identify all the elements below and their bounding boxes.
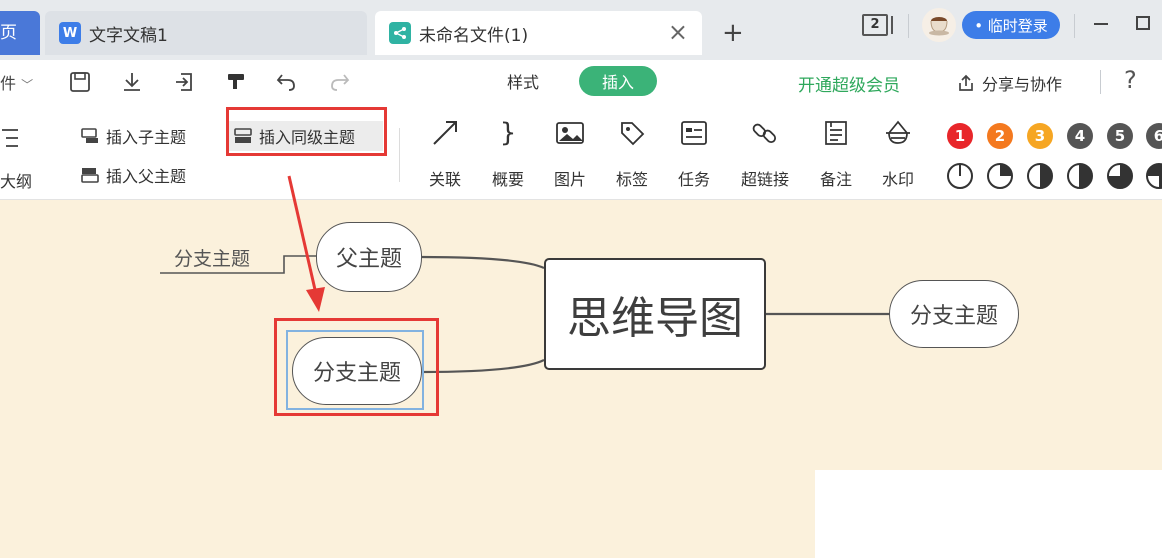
priority-1-icon[interactable]: 1 <box>947 123 973 149</box>
hyperlink-button[interactable]: 超链接 <box>737 114 793 190</box>
insert-child-icon <box>81 128 98 143</box>
titlebar-divider <box>908 14 909 38</box>
insert-child-label: 插入子主题 <box>106 128 187 147</box>
tab-writer-document[interactable]: W 文字文稿1 <box>45 11 367 55</box>
ribbon: 大纲 插入子主题 插入父主题 插入同级主题 关联 } 概要 图片 标签 任务 超… <box>0 104 1162 200</box>
chevron-down-icon: ﹀ <box>21 78 34 92</box>
priority-3-icon[interactable]: 3 <box>1027 123 1053 149</box>
tab-home-label: 页 <box>0 23 17 43</box>
right-branch-label: 分支主题 <box>909 304 998 329</box>
task-label: 任务 <box>677 170 710 189</box>
title-bar: 页 W 文字文稿1 未命名文件(1) × + 2 • 临时登录 <box>0 0 1162 60</box>
brace-icon: } <box>499 118 517 148</box>
save-icon[interactable] <box>66 68 94 96</box>
toolbar-divider <box>1100 70 1101 94</box>
image-label: 图片 <box>553 170 586 189</box>
mindmap-file-icon <box>389 22 411 44</box>
tab-active-label: 未命名文件(1) <box>419 25 529 46</box>
toolbar: 件 ﹀ 样式 插入 开通超级会员 分享与协作 ? <box>0 60 1162 104</box>
highlight-insert-sibling <box>226 107 387 156</box>
share-icon <box>959 74 973 91</box>
note-label: 备注 <box>819 170 852 189</box>
insert-parent-topic-button[interactable]: 插入父主题 <box>80 160 186 190</box>
close-tab-icon[interactable]: × <box>668 19 688 45</box>
task-button[interactable]: 任务 <box>666 114 722 190</box>
priority-6-icon[interactable]: 6 <box>1146 123 1162 149</box>
image-icon <box>542 114 598 152</box>
note-icon <box>808 114 864 152</box>
tab-mindmap-file[interactable]: 未命名文件(1) × <box>375 11 702 55</box>
outline-icon[interactable] <box>0 126 22 158</box>
progress-62-icon[interactable] <box>1066 162 1094 190</box>
link-icon <box>737 114 793 152</box>
progress-25-icon[interactable] <box>986 162 1014 190</box>
right-branch-node[interactable]: 分支主题 <box>889 280 1019 348</box>
note-button[interactable]: 备注 <box>808 114 864 190</box>
highlight-new-sibling-node <box>274 318 439 416</box>
root-topic-node[interactable]: 思维导图 <box>544 258 766 370</box>
temp-login-button[interactable]: • 临时登录 <box>962 11 1060 39</box>
tag-label: 标签 <box>615 170 648 189</box>
window-count-divider <box>891 16 893 34</box>
window-count-badge[interactable]: 2 <box>862 14 888 36</box>
share-button[interactable]: 分享与协作 <box>956 71 1062 95</box>
tab-insert[interactable]: 插入 <box>579 66 657 96</box>
priority-4-icon[interactable]: 4 <box>1067 123 1093 149</box>
download-icon[interactable] <box>118 68 146 96</box>
progress-0-icon[interactable] <box>946 162 974 190</box>
priority-5-icon[interactable]: 5 <box>1107 123 1133 149</box>
share-label: 分享与协作 <box>982 75 1063 94</box>
progress-75-icon[interactable] <box>1106 162 1134 190</box>
titlebar-divider-2 <box>1074 14 1075 38</box>
minimize-icon[interactable] <box>1094 23 1108 25</box>
relation-arrow-icon <box>417 114 473 152</box>
format-painter-icon[interactable] <box>222 68 250 96</box>
insert-parent-icon <box>81 168 99 183</box>
undo-icon[interactable] <box>272 68 300 96</box>
avatar[interactable] <box>922 8 956 42</box>
writer-doc-icon: W <box>59 22 81 44</box>
hyperlink-label: 超链接 <box>740 170 789 189</box>
progress-50-icon[interactable] <box>1026 162 1054 190</box>
relation-label: 关联 <box>428 170 461 189</box>
root-topic-label: 思维导图 <box>567 293 743 344</box>
watermark-label: 水印 <box>881 170 914 189</box>
tag-icon <box>604 114 660 152</box>
new-tab-button[interactable]: + <box>722 18 744 48</box>
tab-doc-label: 文字文稿1 <box>89 25 168 46</box>
vip-link[interactable]: 开通超级会员 <box>798 71 900 96</box>
parent-topic-node[interactable]: 父主题 <box>316 222 422 292</box>
mindmap-canvas[interactable]: 分支主题 父主题 思维导图 分支主题 分支主题 <box>0 200 1162 558</box>
task-icon <box>666 114 722 152</box>
summary-label: 概要 <box>491 170 524 189</box>
file-menu-label: 件 <box>0 74 17 93</box>
watermark-icon <box>870 114 926 152</box>
coffee-cup-icon <box>929 17 949 36</box>
outline-label[interactable]: 大纲 <box>0 168 32 192</box>
export-icon[interactable] <box>170 68 198 96</box>
maximize-icon[interactable] <box>1136 16 1150 30</box>
file-menu[interactable]: 件 ﹀ <box>0 70 33 94</box>
insert-child-topic-button[interactable]: 插入子主题 <box>80 121 186 151</box>
detached-branch-topic[interactable]: 分支主题 <box>174 244 250 271</box>
priority-2-icon[interactable]: 2 <box>987 123 1013 149</box>
tab-home[interactable]: 页 <box>0 11 40 55</box>
progress-87-icon[interactable] <box>1145 162 1162 190</box>
ribbon-divider <box>399 128 400 182</box>
insert-parent-label: 插入父主题 <box>106 167 187 186</box>
redo-icon[interactable] <box>326 68 354 96</box>
watermark-button[interactable]: 水印 <box>870 114 926 190</box>
tab-style[interactable]: 样式 <box>493 66 553 96</box>
help-icon[interactable]: ? <box>1124 66 1137 94</box>
summary-button[interactable]: } 概要 <box>480 114 536 190</box>
blank-panel <box>815 470 1162 558</box>
parent-topic-label: 父主题 <box>335 247 402 272</box>
relation-button[interactable]: 关联 <box>417 114 473 190</box>
tag-button[interactable]: 标签 <box>604 114 660 190</box>
image-button[interactable]: 图片 <box>542 114 598 190</box>
